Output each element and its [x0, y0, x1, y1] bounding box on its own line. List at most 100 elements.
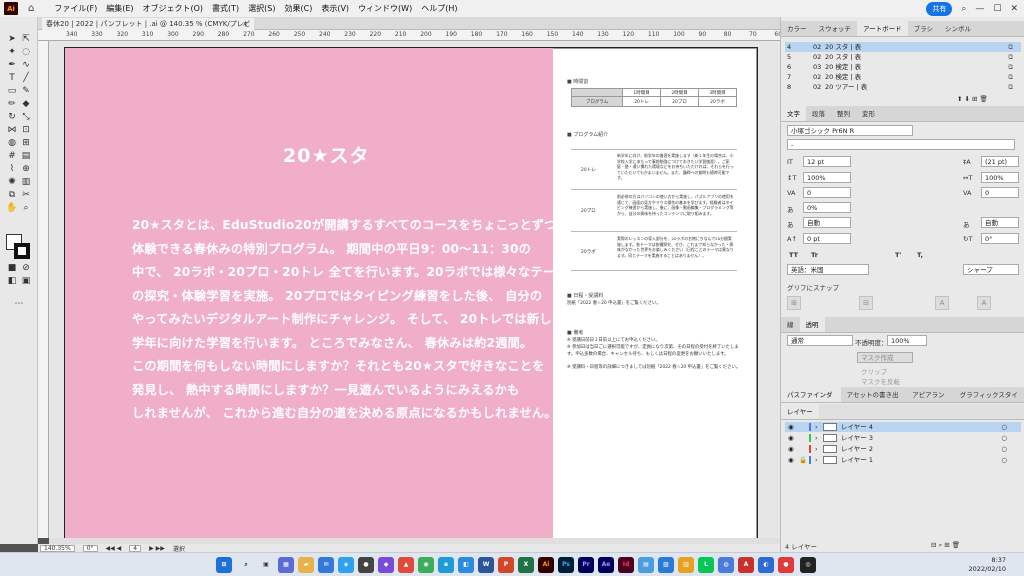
visibility-eye-icon[interactable]: ◉: [788, 444, 794, 454]
antialias-select[interactable]: シャープ: [963, 264, 1019, 275]
photoshop-icon[interactable]: Ps: [558, 557, 574, 573]
artboard-panel-controls[interactable]: ⬆ ⬇ ⊞ 🗑: [957, 95, 988, 103]
invert-mask-checkbox[interactable]: マスクを反転: [861, 376, 900, 386]
panel-tab[interactable]: 段落: [806, 106, 831, 121]
artboard-left-page[interactable]: 20★スタ 20★スタとは、EduStudio20が開講するすべてのコースをちょ…: [65, 48, 567, 538]
app-icon[interactable]: ▨: [658, 557, 674, 573]
intro-text-block[interactable]: 20★スタとは、EduStudio20が開講するすべてのコースをちょこっとずつ体…: [132, 214, 567, 426]
panel-tab[interactable]: シンボル: [939, 21, 977, 36]
panel-tab[interactable]: 文字: [781, 106, 806, 121]
panel-tab[interactable]: スウォッチ: [813, 21, 858, 36]
panel-tab[interactable]: グラフィックスタイル: [954, 387, 1024, 415]
share-button[interactable]: 共有: [926, 1, 953, 16]
superscript-button[interactable]: T': [895, 251, 901, 259]
scale-tool-icon[interactable]: ⤡: [20, 112, 32, 123]
none-mode-icon[interactable]: ⊘: [20, 263, 32, 274]
menu-item[interactable]: 効果(C): [285, 3, 313, 14]
menu-item[interactable]: ファイル(F): [54, 3, 97, 14]
panel-tab[interactable]: 整列: [831, 106, 856, 121]
artboard-options-icon[interactable]: ⧉: [1008, 42, 1013, 52]
tsume-field[interactable]: 0%: [803, 202, 851, 213]
artboard-options-icon[interactable]: ⧉: [1008, 52, 1013, 62]
mail-icon[interactable]: ✉: [318, 557, 334, 573]
zoom-tool-icon[interactable]: ⌕: [20, 203, 32, 214]
lasso-tool-icon[interactable]: ◌: [20, 47, 32, 58]
visibility-eye-icon[interactable]: ◉: [788, 433, 794, 443]
kerning-field[interactable]: 0: [803, 187, 851, 198]
home-icon[interactable]: ⌂: [28, 3, 34, 14]
edge-icon[interactable]: e: [438, 557, 454, 573]
layer-row[interactable]: ◉ › レイヤー 2 ○: [785, 444, 1021, 454]
panel-tab[interactable]: 変形: [856, 106, 881, 121]
panel-tab[interactable]: アートボード: [857, 21, 908, 36]
tracking-field[interactable]: 0: [981, 187, 1019, 198]
schedule-table[interactable]: 1時間目 2時間目 3時間目 プログラム 20トレ 20プロ 20ラボ: [570, 88, 737, 107]
artboard-next-icon[interactable]: ▶ ▶▶: [149, 545, 165, 552]
char-rotate-field[interactable]: 0°: [981, 233, 1019, 244]
illustrator-icon[interactable]: Ai: [538, 557, 554, 573]
stroke-color-swatch[interactable]: [14, 243, 30, 259]
font-family-select[interactable]: 小塚ゴシック Pr6N R: [787, 125, 913, 136]
panel-tab[interactable]: パスファインダー: [781, 387, 841, 415]
rotate-view-field[interactable]: 0°: [82, 544, 98, 552]
artboard-row[interactable]: 4 02 20 スタ | 表 ⧉: [785, 42, 1021, 52]
direct-selection-tool-icon[interactable]: ⇱: [20, 34, 32, 45]
eyedropper-tool-icon[interactable]: ⌇: [6, 164, 18, 175]
pen-tool-icon[interactable]: ✒: [6, 60, 18, 71]
artboard-options-icon[interactable]: ⧉: [1008, 82, 1013, 92]
app-icon[interactable]: ◐: [758, 557, 774, 573]
paintbrush-tool-icon[interactable]: ✎: [20, 86, 32, 97]
snap-button[interactable]: A: [935, 296, 949, 310]
premiere-icon[interactable]: Pr: [578, 557, 594, 573]
expand-arrow-icon[interactable]: ›: [815, 444, 818, 454]
panel-tab[interactable]: カラー: [781, 21, 813, 36]
artboard-canvas[interactable]: 20★スタ 20★スタとは、EduStudio20が開講するすべてのコースをちょ…: [49, 41, 780, 538]
layers-tab[interactable]: レイヤー: [781, 404, 819, 419]
artboard-row[interactable]: 8 02 20 ツアー | 表 ⧉: [785, 82, 1021, 92]
shape-builder-tool-icon[interactable]: ◍: [6, 138, 18, 149]
artboard-row[interactable]: 7 02 20 検定 | 表 ⧉: [785, 72, 1021, 82]
layer-row[interactable]: ◉ › レイヤー 4 ○: [785, 422, 1021, 432]
expand-arrow-icon[interactable]: ›: [815, 433, 818, 443]
menu-item[interactable]: ウィンドウ(W): [358, 3, 412, 14]
clip-checkbox[interactable]: クリップ: [861, 366, 887, 376]
perspective-tool-icon[interactable]: ⊞: [20, 138, 32, 149]
blend-mode-select[interactable]: 通常: [787, 335, 853, 346]
app-icon[interactable]: ◍: [718, 557, 734, 573]
artboard-tool-icon[interactable]: ⧉: [6, 190, 18, 201]
artboard-row[interactable]: 6 03 20 検定 | 表 ⧉: [785, 62, 1021, 72]
widgets-icon[interactable]: ▦: [278, 557, 294, 573]
leading-field[interactable]: (21 pt): [981, 156, 1019, 167]
symbol-sprayer-tool-icon[interactable]: ✺: [6, 177, 18, 188]
horizontal-scale-field[interactable]: 100%: [981, 172, 1019, 183]
free-transform-tool-icon[interactable]: ⊡: [20, 125, 32, 136]
app-icon[interactable]: ▤: [638, 557, 654, 573]
app-icon[interactable]: ▥: [678, 557, 694, 573]
rotate-tool-icon[interactable]: ↻: [6, 112, 18, 123]
target-circle-icon[interactable]: ○: [1001, 422, 1007, 432]
hand-tool-icon[interactable]: ✋: [6, 203, 18, 214]
type-tool-icon[interactable]: T: [6, 73, 18, 84]
line-tool-icon[interactable]: ╱: [20, 73, 32, 84]
word-icon[interactable]: W: [478, 557, 494, 573]
artboard-row[interactable]: 5 02 20 スタ | 表 ⧉: [785, 52, 1021, 62]
excel-icon[interactable]: X: [518, 557, 534, 573]
gradient-tool-icon[interactable]: ▤: [20, 151, 32, 162]
visibility-eye-icon[interactable]: ◉: [788, 422, 794, 432]
magic-wand-tool-icon[interactable]: ✦: [6, 47, 18, 58]
graph-tool-icon[interactable]: ▥: [20, 177, 32, 188]
draw-mode-icon[interactable]: ◧: [6, 276, 18, 287]
target-circle-icon[interactable]: ○: [1001, 455, 1007, 465]
vertical-scale-field[interactable]: 100%: [803, 172, 851, 183]
layer-panel-controls[interactable]: ⊟ ⌕ ⊞ 🗑: [931, 541, 960, 550]
blend-tool-icon[interactable]: ⊕: [20, 164, 32, 175]
more-tools-icon[interactable]: ⋯: [13, 299, 25, 310]
app-icon[interactable]: ◎: [800, 557, 816, 573]
font-size-field[interactable]: 12 pt: [803, 156, 851, 167]
baseline-field[interactable]: 0 pt: [803, 233, 851, 244]
search-icon[interactable]: ⌕: [961, 4, 966, 14]
menu-item[interactable]: 編集(E): [106, 3, 133, 14]
panel-tab[interactable]: 線: [781, 317, 800, 332]
make-mask-button[interactable]: マスク作成: [857, 352, 913, 363]
chrome-icon[interactable]: ◉: [418, 557, 434, 573]
